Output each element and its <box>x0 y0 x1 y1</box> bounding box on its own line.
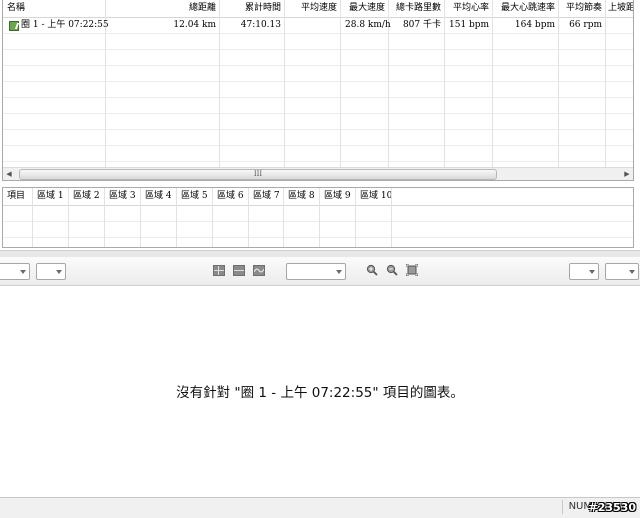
wave-icon[interactable] <box>253 265 265 276</box>
chart-toolbar <box>0 257 640 286</box>
lap-avg-hr: 151 bpm <box>449 20 490 30</box>
lap-avg-speed <box>285 18 341 33</box>
column-header-ascent[interactable]: 上坡距 <box>606 0 633 17</box>
zones-table: 項目 區域 1 區域 2 區域 3 區域 4 區域 5 區域 6 區域 7 區域… <box>2 187 634 248</box>
lap-avg-cadence: 66 rpm <box>569 20 602 30</box>
scrollbar-thumb[interactable]: III <box>19 169 497 180</box>
chart-combo-2[interactable] <box>36 263 66 280</box>
lap-max-speed: 28.8 km/h <box>345 20 391 30</box>
lap-calories: 807 千卡 <box>402 20 441 30</box>
chevron-down-icon <box>56 270 62 274</box>
chevron-down-icon <box>589 270 595 274</box>
no-chart-message: 沒有針對 "圈 1 - 上午 07:22:55" 項目的圖表。 <box>176 385 464 401</box>
lap-elapsed: 47:10.13 <box>240 20 281 30</box>
scroll-right-icon[interactable]: ▶ <box>621 168 633 180</box>
grid-icon[interactable] <box>213 265 225 276</box>
zoom-fit-icon[interactable] <box>406 264 418 276</box>
chart-combo-4[interactable] <box>569 263 599 280</box>
chevron-down-icon <box>629 270 635 274</box>
chart-combo-5[interactable] <box>605 263 639 280</box>
watermark: #23530 <box>588 501 637 514</box>
laps-table: 名稱 總距離 累計時間 平均速度 最大速度 總卡路里數 平均心率 最大心跳速率 … <box>2 0 634 181</box>
lap-distance: 12.04 km <box>173 20 216 30</box>
zoom-out-icon[interactable] <box>386 264 398 276</box>
lap-ascent <box>606 18 633 33</box>
chart-combo-1[interactable] <box>0 263 30 280</box>
horizontal-grid-icon[interactable] <box>233 265 245 276</box>
lap-max-hr: 164 bpm <box>514 20 555 30</box>
scrollbar-grip: III <box>253 170 263 178</box>
zoom-in-icon[interactable] <box>366 264 378 276</box>
horizontal-scrollbar[interactable]: ◀ III ▶ <box>3 167 633 180</box>
chevron-down-icon <box>336 270 342 274</box>
status-bar: NUM #23530 <box>0 497 640 518</box>
scroll-left-icon[interactable]: ◀ <box>3 168 15 180</box>
chart-area: 沒有針對 "圈 1 - 上午 07:22:55" 項目的圖表。 <box>0 286 640 497</box>
chart-combo-3[interactable] <box>286 263 346 280</box>
chevron-down-icon <box>20 270 26 274</box>
status-separator <box>562 500 563 514</box>
table-row[interactable]: 圈 1 - 上午 07:22:55 12.04 km 47:10.13 28.8… <box>3 18 633 33</box>
